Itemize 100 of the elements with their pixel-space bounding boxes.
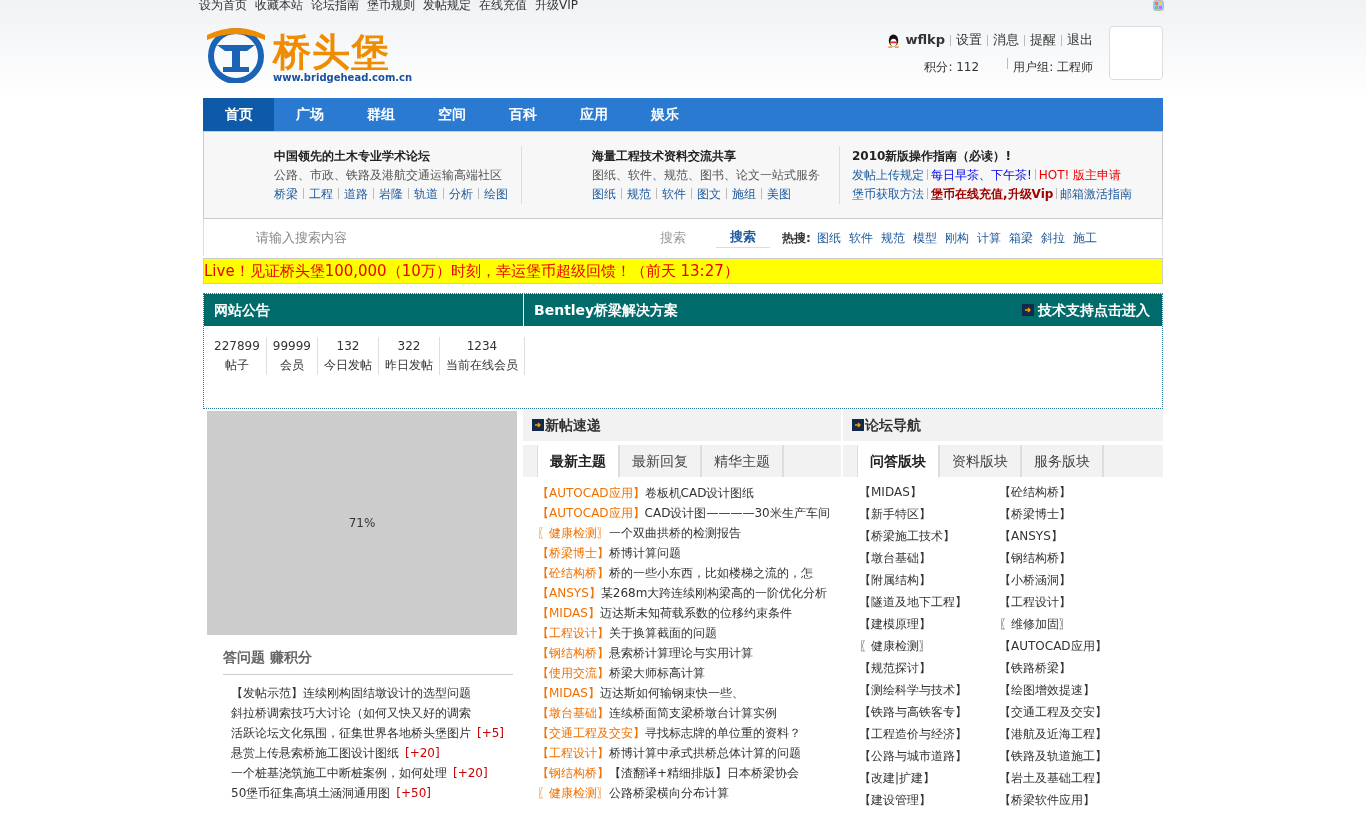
board-link[interactable]: 【MIDAS】: [859, 481, 999, 503]
info-link[interactable]: 图纸: [592, 187, 616, 201]
post-link[interactable]: 【使用交流】桥梁大师标高计算: [537, 666, 705, 680]
board-link[interactable]: 【桥梁软件应用】: [999, 789, 1159, 811]
tab[interactable]: 精华主题: [702, 445, 784, 477]
info-link[interactable]: 堡币在线充值,升级Vip: [931, 187, 1054, 201]
nav-link[interactable]: 娱乐: [629, 98, 700, 131]
info-link[interactable]: 图文: [697, 187, 721, 201]
board-link[interactable]: 【新手特区】: [859, 503, 999, 525]
board-link[interactable]: 【交通工程及交安】: [999, 701, 1159, 723]
post-link[interactable]: 〖健康检测〗一个双曲拱桥的检测报告: [537, 526, 741, 540]
user-link[interactable]: 消息: [993, 30, 1019, 50]
qa-link[interactable]: 悬赏上传悬索桥施工图设计图纸: [231, 746, 399, 760]
post-link[interactable]: 【砼结构桥】桥的一些小东西，比如楼梯之流的，怎: [537, 566, 813, 580]
board-link[interactable]: 【岩土及基础工程】: [999, 767, 1159, 789]
info-link[interactable]: 软件: [662, 187, 686, 201]
hot-search-link[interactable]: 软件: [848, 228, 873, 247]
info-link[interactable]: 分析: [449, 187, 473, 201]
board-link[interactable]: 【AUTOCAD应用】: [999, 635, 1159, 657]
hot-search-link[interactable]: 斜拉: [1040, 228, 1065, 247]
board-link[interactable]: 【隧道及地下工程】: [859, 591, 999, 613]
info-link[interactable]: 堡币获取方法: [852, 187, 924, 201]
hot-search-link[interactable]: 规范: [880, 228, 905, 247]
info-link[interactable]: 施组: [732, 187, 756, 201]
qa-link[interactable]: 【发帖示范】连续刚构固结墩设计的选型问题: [231, 686, 471, 700]
nav-link[interactable]: 首页: [203, 98, 274, 131]
tab[interactable]: 最新回复: [620, 445, 702, 477]
board-link[interactable]: 【墩台基础】: [859, 547, 999, 569]
info-link[interactable]: HOT! 版主申请: [1038, 168, 1122, 182]
info-link[interactable]: 道路: [344, 187, 368, 201]
info-link[interactable]: 绘图: [484, 187, 508, 201]
hot-search-link[interactable]: 刚构: [944, 228, 969, 247]
board-link[interactable]: 【建设管理】: [859, 789, 999, 811]
post-link[interactable]: 【钢结构桥】悬索桥计算理论与实用计算: [537, 646, 753, 660]
info-link[interactable]: 规范: [627, 187, 651, 201]
board-link[interactable]: 【砼结构桥】: [999, 481, 1159, 503]
post-link[interactable]: 【工程设计】关于换算截面的问题: [537, 626, 717, 640]
nav-link[interactable]: 应用: [558, 98, 629, 131]
board-link[interactable]: 【工程设计】: [999, 591, 1159, 613]
board-link[interactable]: 【改建|扩建】: [859, 767, 999, 789]
board-link[interactable]: 【公路与城市道路】: [859, 745, 999, 767]
board-link[interactable]: 【桥梁施工技术】: [859, 525, 999, 547]
post-link[interactable]: 【工程设计】桥博计算中承式拱桥总体计算的问题: [537, 746, 801, 760]
tab[interactable]: 服务版块: [1022, 445, 1104, 477]
hot-search-link[interactable]: 施工: [1072, 228, 1097, 247]
board-link[interactable]: 【港航及近海工程】: [999, 723, 1159, 745]
hot-search-link[interactable]: 箱梁: [1008, 228, 1033, 247]
board-link[interactable]: 【桥梁博士】: [999, 503, 1159, 525]
info-link[interactable]: 美图: [767, 187, 791, 201]
board-link[interactable]: 【绘图增效提速】: [999, 679, 1159, 701]
board-link[interactable]: 【铁路桥梁】: [999, 657, 1159, 679]
top-link[interactable]: 设为首页: [199, 0, 247, 10]
board-link[interactable]: 【工程造价与经济】: [859, 723, 999, 745]
board-link[interactable]: 【测绘科学与技术】: [859, 679, 999, 701]
nav-link[interactable]: 群组: [345, 98, 416, 131]
info-link[interactable]: 桥梁: [274, 187, 298, 201]
post-link[interactable]: 【交通工程及交安】寻找标志牌的单位重的资料？: [537, 726, 801, 740]
post-link[interactable]: 〖健康检测〗公路桥梁横向分布计算: [537, 786, 729, 800]
qa-link[interactable]: 活跃论坛文化氛围，征集世界各地桥头堡图片: [231, 726, 471, 740]
board-link[interactable]: 〖维修加固〗: [999, 613, 1159, 635]
user-link[interactable]: 提醒: [1030, 30, 1056, 50]
board-link[interactable]: 〖健康检测〗: [859, 635, 999, 657]
post-link[interactable]: 【钢结构桥】【渣翻译+精细排版】日本桥梁协会: [537, 766, 800, 780]
palette-icon[interactable]: [1153, 0, 1164, 11]
board-link[interactable]: 【ANSYS】: [999, 525, 1159, 547]
nav-link[interactable]: 百科: [487, 98, 558, 131]
tab[interactable]: 问答版块: [857, 445, 940, 477]
qa-link[interactable]: 一个桩基浇筑施工中断桩案例，如何处理: [231, 766, 447, 780]
post-link[interactable]: 【MIDAS】迈达斯如何输钢束快一些、: [537, 686, 744, 700]
board-link[interactable]: 【附属结构】: [859, 569, 999, 591]
user-name[interactable]: wflkp: [905, 30, 945, 50]
tab[interactable]: 资料版块: [940, 445, 1022, 477]
support-link[interactable]: 技术支持点击进入: [1038, 294, 1150, 326]
nav-link[interactable]: 广场: [274, 98, 345, 131]
user-link[interactable]: 设置: [956, 30, 982, 50]
post-link[interactable]: 【桥梁博士】桥博计算问题: [537, 546, 681, 560]
hot-search-link[interactable]: 计算: [976, 228, 1001, 247]
tab[interactable]: 最新主题: [537, 445, 620, 477]
post-link[interactable]: 【AUTOCAD应用】卷板机CAD设计图纸: [537, 486, 755, 500]
info-link[interactable]: 工程: [309, 187, 333, 201]
info-link[interactable]: 轨道: [414, 187, 438, 201]
info-link[interactable]: 岩隆: [379, 187, 403, 201]
nav-link[interactable]: 空间: [416, 98, 487, 131]
info-link[interactable]: 发帖上传规定: [852, 168, 924, 182]
announcement-link[interactable]: Live！见证桥头堡100,000（10万）时刻，幸运堡币超级回馈！（前天 13:27）: [203, 258, 1163, 284]
hot-search-link[interactable]: 模型: [912, 228, 937, 247]
qa-link[interactable]: 斜拉桥调索技巧大讨论（如何又快又好的调索: [231, 706, 471, 720]
board-link[interactable]: 【建模原理】: [859, 613, 999, 635]
search-field[interactable]: 请输入搜索内容: [254, 226, 634, 249]
post-link[interactable]: 【墩台基础】连续桥面简支梁桥墩台计算实例: [537, 706, 777, 720]
post-link[interactable]: 【MIDAS】迈达斯未知荷载系数的位移约束条件: [537, 606, 792, 620]
info-link[interactable]: 每日早茶、下午茶!: [931, 168, 1032, 182]
qa-link[interactable]: 50堡币征集高填土涵洞通用图: [231, 786, 391, 800]
board-link[interactable]: 【规范探讨】: [859, 657, 999, 679]
board-link[interactable]: 【铁路及轨道施工】: [999, 745, 1159, 767]
top-link[interactable]: 论坛指南: [311, 0, 359, 10]
hot-search-link[interactable]: 图纸: [816, 228, 841, 247]
info-link[interactable]: 邮箱激活指南: [1060, 187, 1133, 201]
board-link[interactable]: 【铁路与高铁客专】: [859, 701, 999, 723]
search-button[interactable]: 搜索: [716, 227, 770, 248]
